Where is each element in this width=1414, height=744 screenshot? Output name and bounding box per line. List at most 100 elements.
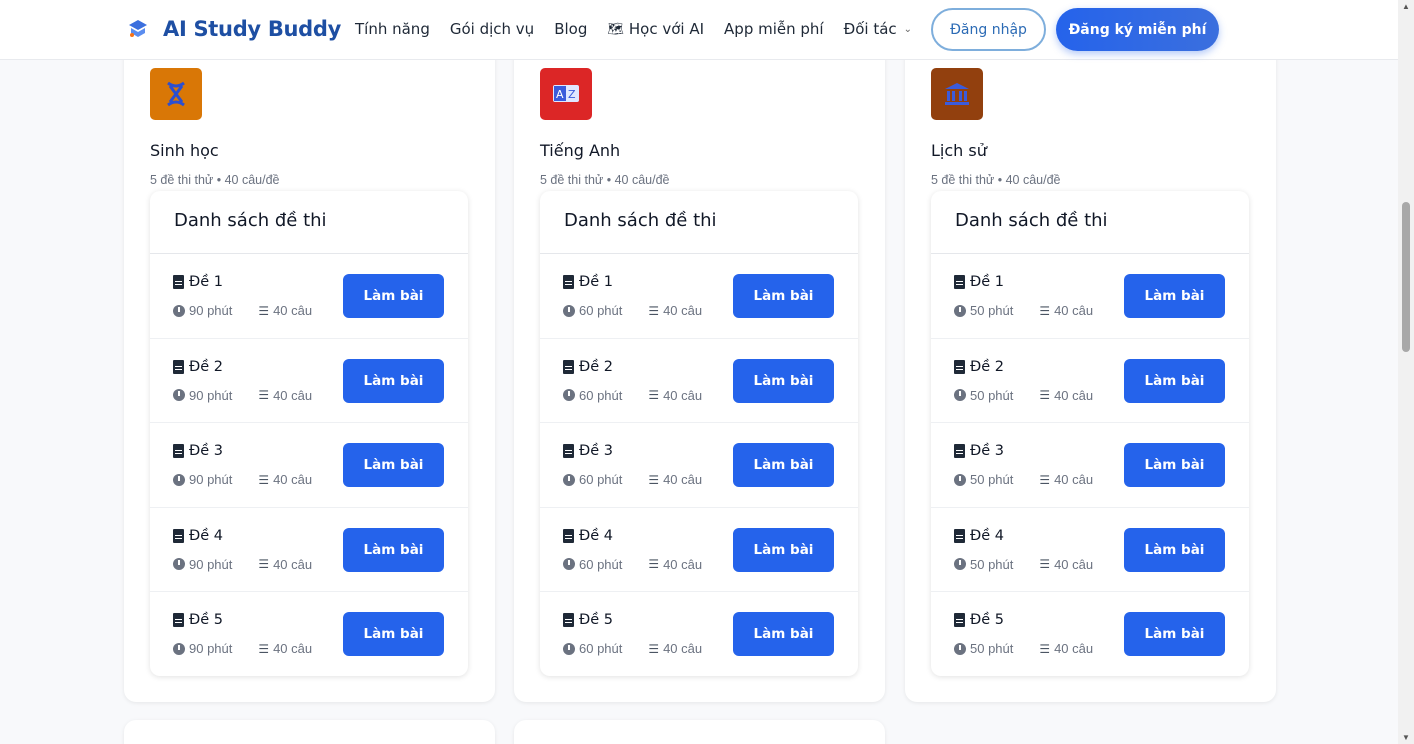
- exam-row: Đề 5 90 phút ☰ 40 câu Làm bài: [150, 592, 468, 677]
- exam-row: Đề 2 90 phút ☰ 40 câu Làm bài: [150, 339, 468, 424]
- exam-questions: 40 câu: [663, 387, 703, 403]
- clock-icon: [563, 558, 575, 571]
- map-icon: 🗺: [607, 21, 624, 37]
- document-icon: [563, 275, 574, 289]
- document-icon: [563, 528, 574, 543]
- exam-row: Đề 4 90 phút ☰ 40 câu Làm bài: [150, 508, 468, 593]
- brand-logo[interactable]: AI Study Buddy: [127, 17, 341, 41]
- document-icon: [954, 275, 965, 289]
- exam-name: Đề 3: [970, 443, 1004, 460]
- start-exam-button[interactable]: Làm bài: [733, 527, 834, 572]
- start-exam-button[interactable]: Làm bài: [1124, 358, 1225, 403]
- list-icon: ☰: [1039, 303, 1051, 318]
- subject-card-4: [124, 720, 495, 744]
- exam-row: Đề 2 50 phút ☰ 40 câu Làm bài: [931, 339, 1249, 424]
- clock-icon: [563, 304, 575, 317]
- nav-item-label: Đối tác: [843, 20, 897, 38]
- exam-list-title: Danh sách đề thi: [540, 191, 858, 254]
- page-scrollbar[interactable]: ▲ ▼: [1398, 0, 1414, 744]
- exam-questions: 40 câu: [1054, 641, 1094, 657]
- exam-questions: 40 câu: [273, 472, 313, 488]
- nav-item-learn-ai[interactable]: 🗺 Học với AI: [607, 20, 704, 38]
- chevron-down-icon: ⌄: [903, 23, 913, 35]
- start-exam-button[interactable]: Làm bài: [1124, 527, 1225, 572]
- exam-name: Đề 3: [189, 443, 223, 460]
- exam-duration: 50 phút: [970, 556, 1014, 572]
- document-icon: [173, 275, 184, 289]
- logo-icon: [127, 18, 149, 40]
- clock-icon: [954, 642, 966, 655]
- subject-meta: 5 đề thi thử • 40 câu/đề: [540, 173, 670, 187]
- exam-questions: 40 câu: [1054, 556, 1094, 572]
- list-icon: ☰: [258, 641, 270, 656]
- exam-list: Danh sách đề thi Đề 1 50 phút ☰ 40 câu Làm…: [931, 191, 1249, 676]
- start-exam-button[interactable]: Làm bài: [343, 527, 444, 572]
- nav-item-plans[interactable]: Gói dịch vụ: [450, 20, 534, 38]
- list-icon: ☰: [648, 388, 660, 403]
- nav-item-partners[interactable]: Đối tác ⌄: [844, 20, 912, 38]
- start-exam-button[interactable]: Làm bài: [1124, 274, 1225, 318]
- nav-item-blog[interactable]: Blog: [554, 20, 587, 38]
- exam-duration: 50 phút: [970, 641, 1014, 657]
- exam-list-title: Danh sách đề thi: [931, 191, 1249, 254]
- start-exam-button[interactable]: Làm bài: [733, 612, 834, 657]
- start-exam-button[interactable]: Làm bài: [343, 443, 444, 488]
- nav-item-features[interactable]: Tính năng: [355, 20, 430, 38]
- subject-meta: 5 đề thi thử • 40 câu/đề: [931, 173, 1061, 187]
- clock-icon: [954, 558, 966, 571]
- exam-duration: 90 phút: [189, 556, 233, 572]
- start-exam-button[interactable]: Làm bài: [343, 274, 444, 318]
- exam-questions: 40 câu: [273, 556, 313, 572]
- exam-row: Đề 2 60 phút ☰ 40 câu Làm bài: [540, 339, 858, 424]
- exam-duration: 90 phút: [189, 387, 233, 403]
- login-button[interactable]: Đăng nhập: [931, 8, 1046, 51]
- exam-list: Danh sách đề thi Đề 1 60 phút ☰ 40 câu Làm…: [540, 191, 858, 676]
- exam-name: Đề 2: [579, 358, 613, 375]
- exam-duration: 50 phút: [970, 472, 1014, 488]
- list-icon: ☰: [648, 472, 660, 487]
- exam-row: Đề 5 60 phút ☰ 40 câu Làm bài: [540, 592, 858, 677]
- exam-duration: 60 phút: [579, 472, 623, 488]
- clock-icon: [173, 642, 185, 655]
- exam-questions: 40 câu: [663, 556, 703, 572]
- clock-icon: [954, 389, 966, 402]
- document-icon: [954, 528, 965, 543]
- scrollbar-thumb[interactable]: [1402, 202, 1410, 352]
- start-exam-button[interactable]: Làm bài: [733, 443, 834, 488]
- start-exam-button[interactable]: Làm bài: [343, 612, 444, 657]
- svg-text:Z: Z: [568, 88, 576, 101]
- exam-name: Đề 2: [970, 358, 1004, 375]
- list-icon: ☰: [1039, 557, 1051, 572]
- clock-icon: [173, 389, 185, 402]
- start-exam-button[interactable]: Làm bài: [733, 274, 834, 318]
- museum-icon: [931, 68, 983, 120]
- nav-item-free-app[interactable]: App miễn phí: [724, 20, 824, 38]
- subject-card-3: Lịch sử 5 đề thi thử • 40 câu/đề Danh sá…: [905, 20, 1276, 702]
- start-exam-button[interactable]: Làm bài: [343, 358, 444, 403]
- exam-questions: 40 câu: [663, 472, 703, 488]
- document-icon: [954, 359, 965, 374]
- subject-name: Lịch sử: [931, 141, 987, 160]
- document-icon: [954, 444, 965, 459]
- main-nav: Tính năng Gói dịch vụ Blog 🗺 Học với AI A…: [355, 20, 912, 38]
- exam-row: Đề 1 50 phút ☰ 40 câu Làm bài: [931, 254, 1249, 339]
- list-icon: ☰: [258, 472, 270, 487]
- start-exam-button[interactable]: Làm bài: [1124, 443, 1225, 488]
- start-exam-button[interactable]: Làm bài: [1124, 612, 1225, 657]
- document-icon: [173, 613, 184, 628]
- translate-icon: AZ: [540, 68, 592, 120]
- scroll-down-icon[interactable]: ▼: [1402, 733, 1410, 742]
- exam-name: Đề 1: [970, 274, 1004, 290]
- clock-icon: [173, 558, 185, 571]
- scroll-up-icon[interactable]: ▲: [1402, 2, 1410, 11]
- clock-icon: [954, 304, 966, 317]
- list-icon: ☰: [648, 557, 660, 572]
- list-icon: ☰: [258, 303, 270, 318]
- exam-questions: 40 câu: [663, 303, 703, 318]
- brand-name: AI Study Buddy: [163, 17, 342, 41]
- signup-button[interactable]: Đăng ký miễn phí: [1056, 8, 1219, 51]
- exam-duration: 60 phút: [579, 387, 623, 403]
- clock-icon: [563, 389, 575, 402]
- start-exam-button[interactable]: Làm bài: [733, 358, 834, 403]
- exam-questions: 40 câu: [1054, 303, 1094, 318]
